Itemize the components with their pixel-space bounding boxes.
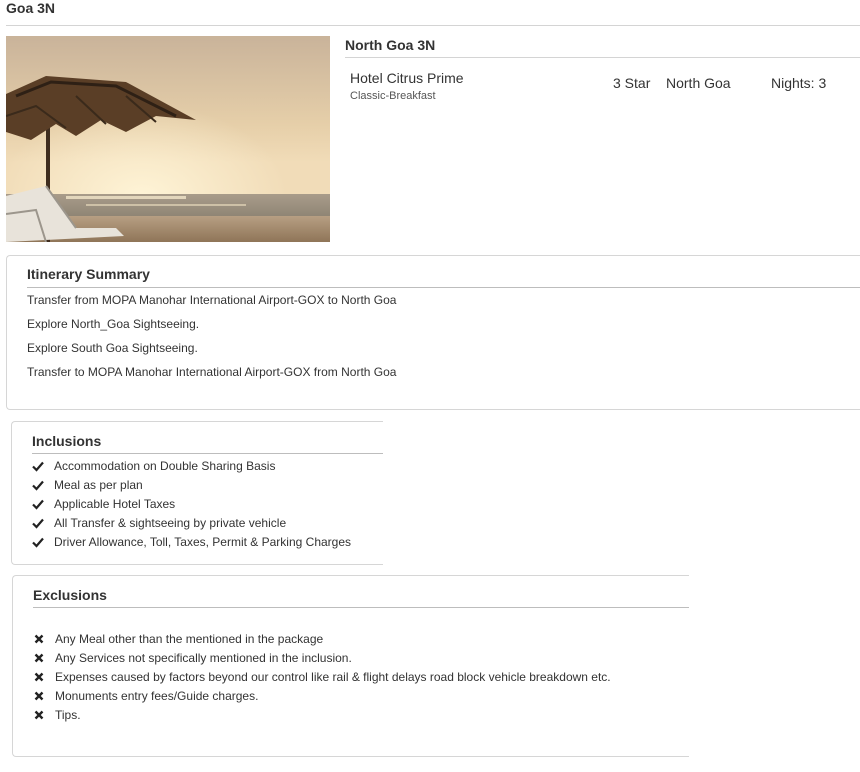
cross-icon — [34, 634, 44, 644]
check-icon — [32, 537, 44, 548]
inclusion-text: Driver Allowance, Toll, Taxes, Permit & … — [54, 535, 352, 549]
inclusions-divider — [32, 453, 383, 454]
check-icon — [32, 499, 44, 510]
check-icon — [32, 518, 44, 529]
itinerary-item: Explore North_Goa Sightseeing. — [27, 317, 200, 331]
exclusion-text: Any Services not specifically mentioned … — [55, 651, 352, 665]
inclusions-title: Inclusions — [32, 433, 102, 449]
hotel-photo — [6, 36, 330, 242]
inclusion-text: Accommodation on Double Sharing Basis — [54, 459, 276, 473]
inclusion-text: Meal as per plan — [54, 478, 143, 492]
inclusions-panel: Inclusions Accommodation on Double Shari… — [11, 421, 383, 565]
title-divider — [6, 25, 860, 26]
exclusion-text: Tips. — [55, 708, 81, 722]
cross-icon — [34, 653, 44, 663]
exclusions-title: Exclusions — [33, 587, 107, 603]
nights-count: Nights: 3 — [771, 75, 827, 91]
cross-icon — [34, 672, 44, 682]
itinerary-item: Explore South Goa Sightseeing. — [27, 341, 198, 355]
check-icon — [32, 461, 44, 472]
itinerary-summary-panel: Itinerary Summary Transfer from MOPA Man… — [6, 255, 860, 410]
exclusion-text: Expenses caused by factors beyond our co… — [55, 670, 611, 684]
meal-plan: Classic-Breakfast — [350, 90, 436, 102]
itinerary-item: Transfer to MOPA Manohar International A… — [27, 365, 397, 379]
exclusion-text: Monuments entry fees/Guide charges. — [55, 689, 259, 703]
hotel-location: North Goa — [666, 75, 731, 91]
itinerary-divider — [27, 287, 860, 288]
hotel-name: Hotel Citrus Prime — [350, 70, 464, 86]
itinerary-item: Transfer from MOPA Manohar International… — [27, 293, 397, 307]
check-icon — [32, 480, 44, 491]
exclusions-panel: Exclusions Any Meal other than the menti… — [12, 575, 689, 757]
exclusion-text: Any Meal other than the mentioned in the… — [55, 632, 324, 646]
star-rating: 3 Star — [613, 75, 651, 91]
inclusion-text: All Transfer & sightseeing by private ve… — [54, 516, 287, 530]
hotel-section-title: North Goa 3N — [345, 37, 436, 53]
itinerary-title: Itinerary Summary — [27, 266, 150, 282]
inclusion-text: Applicable Hotel Taxes — [54, 497, 176, 511]
cross-icon — [34, 710, 44, 720]
page-title: Goa 3N — [6, 0, 56, 16]
cross-icon — [34, 691, 44, 701]
exclusions-divider — [33, 607, 689, 608]
hotel-divider — [345, 57, 860, 58]
